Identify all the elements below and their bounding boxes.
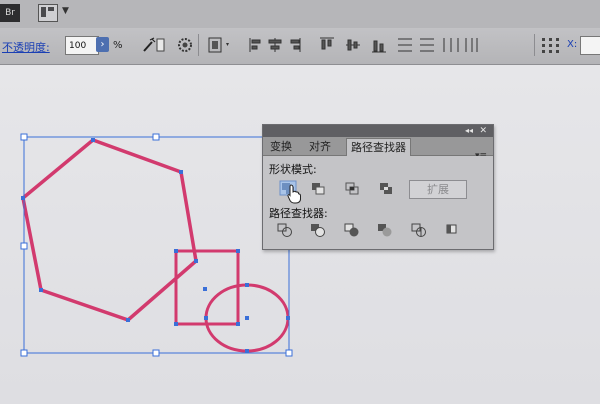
resize-handle bbox=[152, 133, 160, 141]
x-coordinate-label[interactable]: X: bbox=[567, 39, 577, 50]
toolbar-separator bbox=[534, 34, 535, 56]
close-icon[interactable]: ✕ bbox=[479, 125, 487, 137]
intersect-icon[interactable] bbox=[343, 180, 361, 196]
crop-icon[interactable] bbox=[376, 222, 394, 238]
isolate-group-icon[interactable] bbox=[176, 36, 194, 54]
align-distribute-icons[interactable] bbox=[248, 36, 478, 54]
opacity-input[interactable] bbox=[65, 36, 99, 55]
resize-handle bbox=[20, 242, 28, 250]
outline-icon[interactable] bbox=[410, 222, 428, 238]
resize-handle bbox=[152, 349, 160, 357]
path-anchor-points bbox=[21, 138, 290, 353]
application-bar: Br ▼ bbox=[0, 0, 600, 29]
recolor-artwork-icon[interactable] bbox=[140, 36, 166, 54]
hexagon-path[interactable] bbox=[21, 138, 198, 322]
opacity-unit: % bbox=[113, 40, 123, 51]
chevron-down-icon[interactable]: ▼ bbox=[62, 6, 69, 16]
toolbar-separator bbox=[198, 34, 199, 56]
resize-handle bbox=[285, 349, 293, 357]
opacity-dropdown-button[interactable]: › bbox=[96, 37, 109, 52]
minus-front-icon[interactable] bbox=[309, 180, 327, 196]
merge-icon[interactable] bbox=[343, 222, 361, 238]
opacity-label[interactable]: 不透明度: bbox=[2, 39, 50, 55]
trim-icon[interactable] bbox=[309, 222, 327, 238]
tab-pathfinder[interactable]: 路径查找器 bbox=[346, 138, 411, 156]
arrange-documents-icon[interactable] bbox=[38, 4, 58, 22]
minus-back-icon[interactable] bbox=[443, 222, 461, 238]
hand-cursor-icon bbox=[287, 184, 301, 204]
divide-icon[interactable] bbox=[276, 222, 294, 238]
panel-titlebar[interactable]: ◂◂ ✕ bbox=[263, 125, 493, 137]
expand-button[interactable]: 扩展 bbox=[409, 180, 467, 199]
x-coordinate-input[interactable] bbox=[580, 36, 600, 55]
align-to-icon[interactable] bbox=[206, 36, 232, 54]
tab-align[interactable]: 对齐 bbox=[305, 138, 335, 155]
bridge-app-icon[interactable]: Br bbox=[0, 4, 20, 22]
transform-reference-icon[interactable] bbox=[540, 36, 562, 54]
tab-transform[interactable]: 变换 bbox=[266, 138, 296, 155]
resize-handle bbox=[20, 133, 28, 141]
resize-handle bbox=[20, 349, 28, 357]
panel-tabs: 变换 对齐 路径查找器 ▾≡ bbox=[263, 137, 493, 161]
pathfinders-label: 路径查找器: bbox=[269, 207, 328, 220]
exclude-icon[interactable] bbox=[377, 180, 395, 196]
shape-modes-label: 形状模式: bbox=[269, 163, 317, 176]
control-toolbar: 不透明度: › % X: bbox=[0, 28, 600, 65]
collapse-panel-icon[interactable]: ◂◂ bbox=[465, 125, 473, 137]
